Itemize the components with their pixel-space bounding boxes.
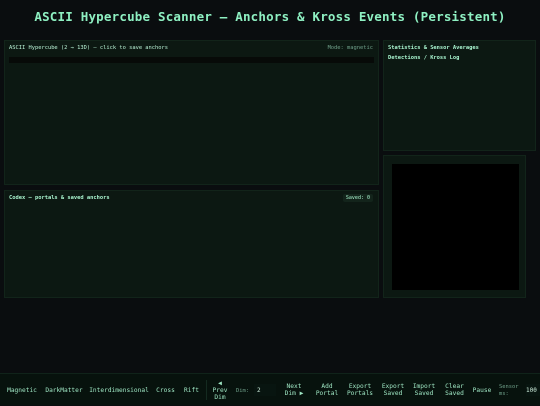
darkmatter-button[interactable]: DarkMatter <box>44 374 84 406</box>
interdimensional-button[interactable]: Interdimensional <box>89 374 149 406</box>
pause-button[interactable]: Pause <box>470 374 494 406</box>
rift-button[interactable]: Rift <box>181 374 202 406</box>
stats-heading: Statistics & Sensor Averages <box>388 45 479 51</box>
toolbar-divider <box>206 380 207 400</box>
cross-button[interactable]: Cross <box>153 374 178 406</box>
scan-strip <box>9 57 374 63</box>
stats-panel: Statistics & Sensor Averages Detections … <box>383 40 536 151</box>
projection-canvas[interactable] <box>392 164 519 290</box>
magnetic-button[interactable]: Magnetic <box>4 374 40 406</box>
dim-field[interactable] <box>254 384 276 396</box>
dim-label: Dim: <box>236 388 249 394</box>
import-saved-button[interactable]: Import Saved <box>410 374 438 406</box>
kross-log-heading: Detections / Kross Log <box>388 55 460 61</box>
sensor-ms-field[interactable] <box>526 384 540 396</box>
codex-panel: Codex — portals & saved anchors Saved: 0 <box>4 190 379 298</box>
export-portals-button[interactable]: Export Portals <box>346 374 374 406</box>
projection-panel <box>383 155 526 298</box>
control-toolbar: Magnetic DarkMatter Interdimensional Cro… <box>0 373 540 405</box>
sensor-ms-label: Sensor ms: <box>499 384 519 397</box>
clear-saved-button[interactable]: Clear Saved <box>442 374 467 406</box>
saved-count-badge: Saved: 0 <box>342 194 373 202</box>
prev-dim-button[interactable]: ◀ Prev Dim <box>209 374 231 406</box>
mode-indicator: Mode: magnetic <box>327 45 373 51</box>
page-title: ASCII Hypercube Scanner — Anchors & Kros… <box>34 9 506 24</box>
viewport-heading: ASCII Hypercube (2 → 13D) — click to sav… <box>9 45 169 51</box>
hypercube-viewport[interactable]: ASCII Hypercube (2 → 13D) — click to sav… <box>4 40 379 185</box>
next-dim-button[interactable]: Next Dim ▶ <box>282 374 306 406</box>
export-saved-button[interactable]: Export Saved <box>379 374 407 406</box>
codex-heading: Codex — portals & saved anchors <box>9 195 110 201</box>
add-portal-button[interactable]: Add Portal <box>313 374 341 406</box>
